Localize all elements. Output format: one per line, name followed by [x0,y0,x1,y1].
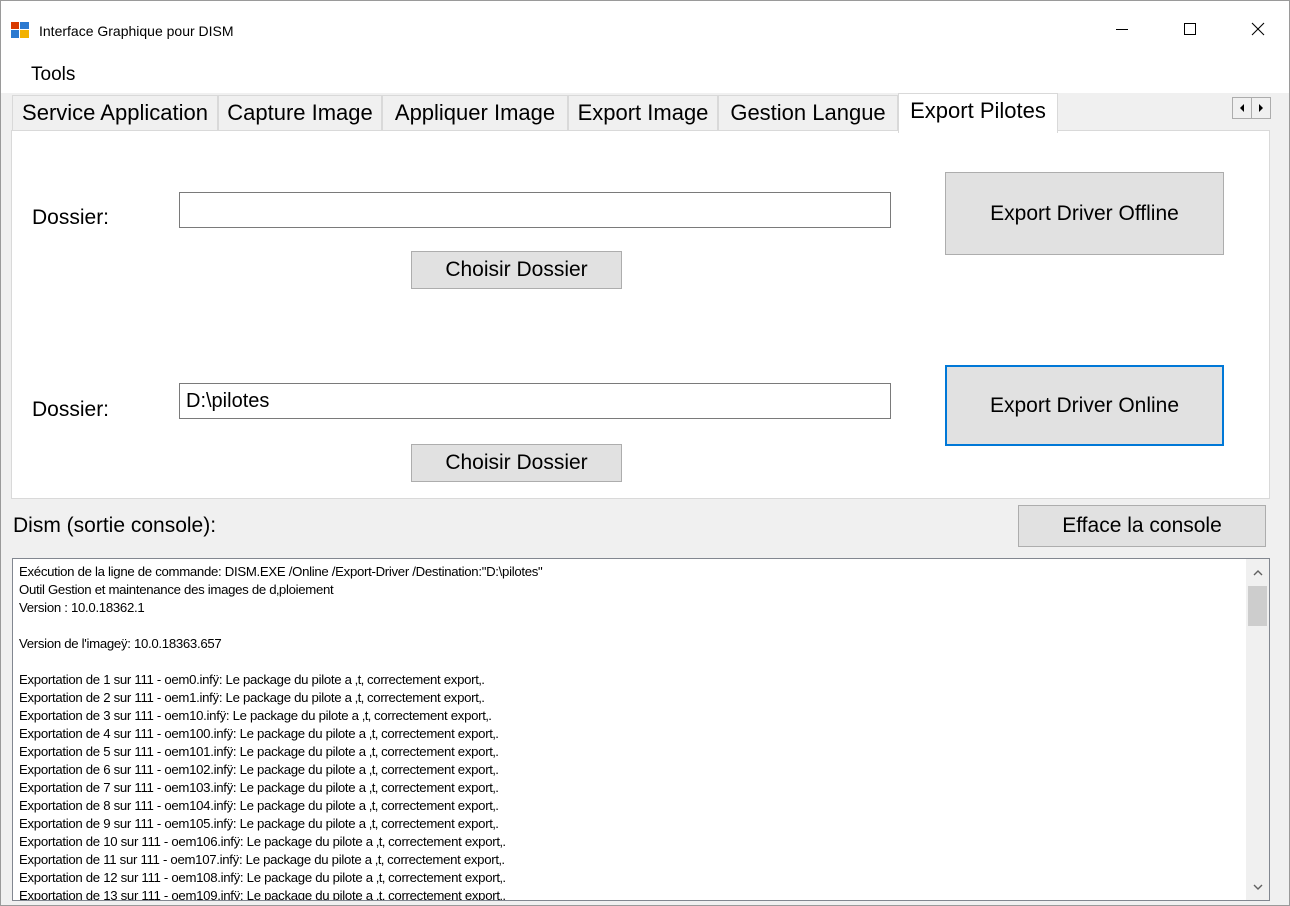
export-driver-offline-button[interactable]: Export Driver Offline [945,172,1224,255]
console-line: Exportation de 13 sur 111 - oem109.infÿ:… [19,888,506,901]
tab-scroll-left-button[interactable] [1232,97,1252,119]
online-folder-label: Dossier: [32,398,110,421]
export-driver-online-button[interactable]: Export Driver Online [945,365,1224,446]
online-choose-folder-button[interactable]: Choisir Dossier [411,444,622,482]
tab-scroll-right-button[interactable] [1251,97,1271,119]
console-line: Exportation de 11 sur 111 - oem107.infÿ:… [19,852,505,867]
console-line: Version : 10.0.18362.1 [19,600,145,615]
console-label: Dism (sortie console): [13,514,217,537]
app-icon [11,22,29,38]
scroll-thumb[interactable] [1248,586,1267,626]
title-bar[interactable]: Interface Graphique pour DISM [1,1,1289,57]
tab-strip: Service Application Capture Image Appliq… [1,93,1289,133]
arrow-left-icon [1240,104,1244,112]
console-line: Exportation de 3 sur 111 - oem10.infÿ: L… [19,708,492,723]
close-button[interactable] [1235,1,1281,57]
offline-folder-label: Dossier: [32,206,110,229]
tab-service-application[interactable]: Service Application [12,95,218,131]
clear-console-button[interactable]: Efface la console [1018,505,1266,547]
console-line: Outil Gestion et maintenance des images … [19,582,334,597]
chevron-up-icon [1253,569,1262,575]
console-line: Exportation de 9 sur 111 - oem105.infÿ: … [19,816,499,831]
console-line: Exportation de 6 sur 111 - oem102.infÿ: … [19,762,499,777]
minimize-button[interactable] [1099,1,1145,57]
console-text: Exécution de la ligne de commande: DISM.… [19,563,1239,901]
close-icon [1251,22,1265,36]
offline-choose-folder-button[interactable]: Choisir Dossier [411,251,622,289]
maximize-button[interactable] [1167,1,1213,57]
console-scrollbar[interactable] [1246,559,1269,900]
console-line: Exportation de 5 sur 111 - oem101.infÿ: … [19,744,499,759]
offline-folder-input[interactable] [179,192,891,228]
online-folder-input[interactable] [179,383,891,419]
console-line: Exportation de 4 sur 111 - oem100.infÿ: … [19,726,499,741]
console-output[interactable]: Exécution de la ligne de commande: DISM.… [12,558,1270,901]
window-title: Interface Graphique pour DISM [39,23,234,39]
export-pilotes-page: Dossier: Choisir Dossier Export Driver O… [11,130,1270,499]
tab-export-image[interactable]: Export Image [568,95,718,131]
console-line: Exportation de 2 sur 111 - oem1.infÿ: Le… [19,690,485,705]
scroll-up-button[interactable] [1246,561,1269,583]
console-line: Exportation de 10 sur 111 - oem106.infÿ:… [19,834,506,849]
console-line: Exportation de 8 sur 111 - oem104.infÿ: … [19,798,499,813]
arrow-right-icon [1259,104,1263,112]
scroll-down-button[interactable] [1246,876,1269,898]
console-line: Version de l'imageÿ: 10.0.18363.657 [19,636,222,651]
tab-export-pilotes[interactable]: Export Pilotes [898,93,1058,133]
maximize-icon [1184,23,1196,35]
minimize-icon [1116,29,1128,30]
menu-tools[interactable]: Tools [21,62,85,88]
console-line: Exportation de 12 sur 111 - oem108.infÿ:… [19,870,506,885]
tab-gestion-langue[interactable]: Gestion Langue [718,95,898,131]
console-line: Exportation de 7 sur 111 - oem103.infÿ: … [19,780,499,795]
chevron-down-icon [1253,884,1262,890]
tab-capture-image[interactable]: Capture Image [218,95,382,131]
tab-appliquer-image[interactable]: Appliquer Image [382,95,568,131]
main-window: Interface Graphique pour DISM Tools Serv… [0,0,1290,906]
menu-bar: Tools [1,57,1289,93]
console-line: Exécution de la ligne de commande: DISM.… [19,564,543,579]
console-line: Exportation de 1 sur 111 - oem0.infÿ: Le… [19,672,485,687]
